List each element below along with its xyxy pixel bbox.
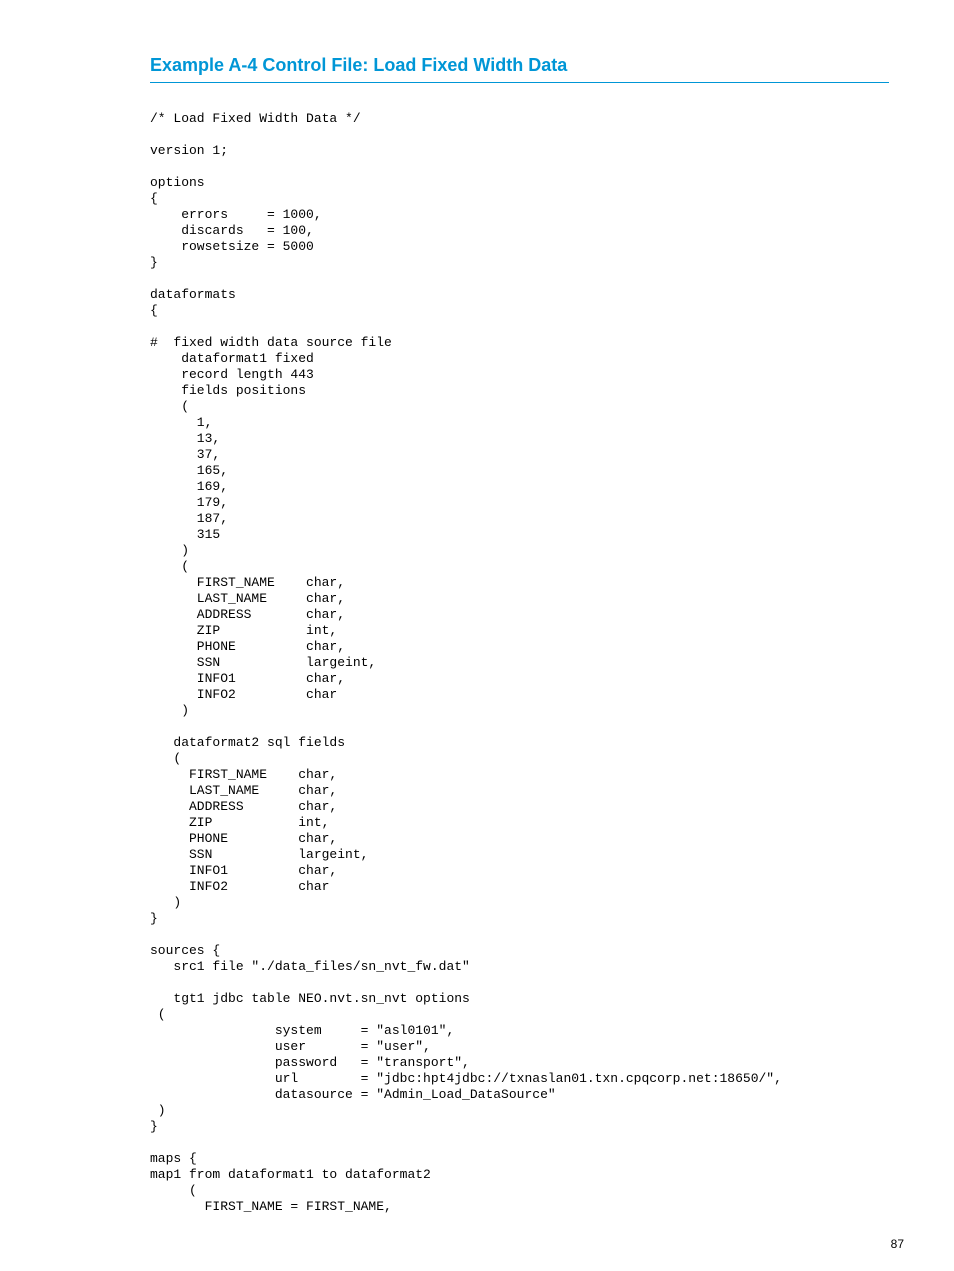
code-block: /* Load Fixed Width Data */ version 1; o… [150,111,889,1215]
page-number: 87 [891,1237,904,1251]
section-heading: Example A-4 Control File: Load Fixed Wid… [150,55,889,83]
